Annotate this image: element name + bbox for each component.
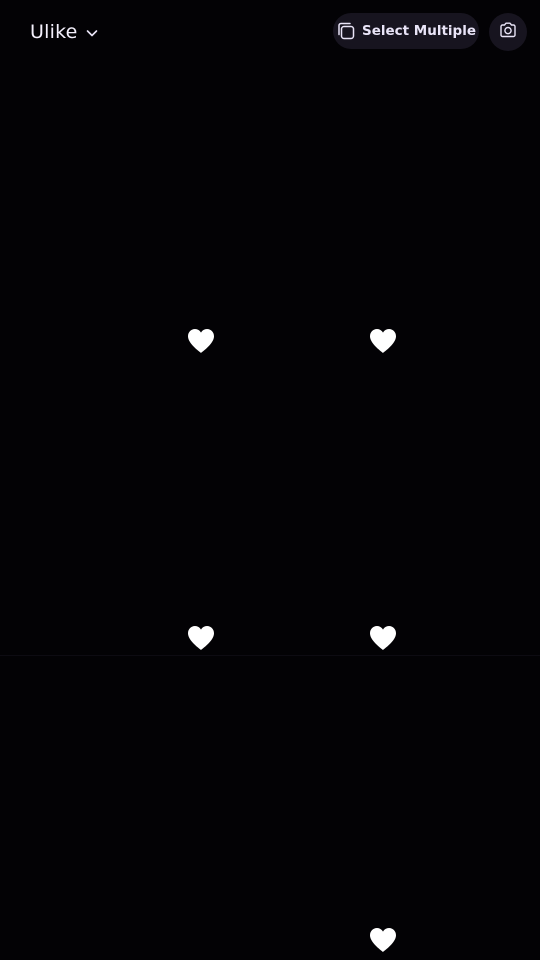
photo-tile[interactable]	[180, 64, 360, 364]
camera-icon	[498, 20, 518, 44]
photo-tile[interactable]	[360, 64, 540, 364]
photo-tile[interactable]	[0, 660, 180, 960]
heart-icon[interactable]	[368, 327, 398, 355]
top-bar: Ulike Select Multiple	[0, 0, 540, 64]
heart-icon[interactable]	[186, 327, 216, 355]
photo-tile[interactable]	[360, 660, 540, 960]
heart-icon[interactable]	[368, 624, 398, 652]
photo-tile[interactable]	[0, 64, 180, 364]
camera-button[interactable]	[489, 13, 527, 51]
photo-tile[interactable]	[360, 364, 540, 664]
heart-icon[interactable]	[186, 624, 216, 652]
chevron-down-icon	[85, 25, 99, 39]
select-multiple-label: Select Multiple	[361, 23, 477, 39]
photo-tile[interactable]	[0, 364, 180, 664]
heart-icon[interactable]	[368, 926, 398, 954]
photo-tile[interactable]	[180, 660, 360, 960]
album-title: Ulike	[30, 21, 78, 43]
select-multiple-button[interactable]: Select Multiple	[333, 13, 479, 49]
photo-grid	[0, 64, 540, 960]
album-selector[interactable]: Ulike	[30, 16, 99, 48]
select-multiple-icon	[336, 21, 356, 41]
photo-tile[interactable]	[180, 364, 360, 664]
row-divider	[0, 655, 540, 656]
